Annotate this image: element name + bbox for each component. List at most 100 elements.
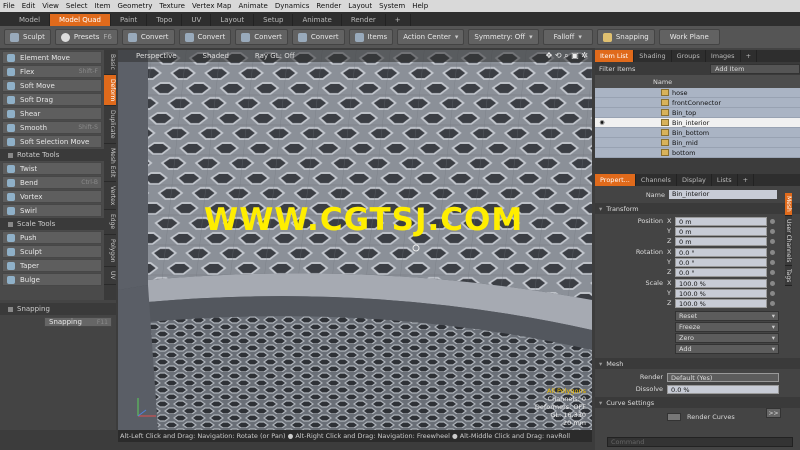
- add-item-dropdown[interactable]: Add Item: [710, 63, 800, 74]
- layout-tab-model-quad[interactable]: Model Quad: [50, 14, 111, 26]
- move-view-icon[interactable]: ✥: [546, 51, 553, 60]
- work-plane-button[interactable]: Work Plane: [658, 29, 720, 45]
- rotation-y-field[interactable]: 0.0 °: [675, 257, 767, 267]
- menu-view[interactable]: View: [42, 2, 59, 10]
- convert-button-4[interactable]: Convert: [291, 29, 345, 45]
- more-button[interactable]: >>: [766, 408, 781, 418]
- item-tab-groups[interactable]: Groups: [672, 50, 706, 62]
- prop-tab-lists[interactable]: Lists: [712, 174, 738, 186]
- tool-sculpt[interactable]: Sculpt: [2, 245, 102, 258]
- tool-tab-basic[interactable]: Basic: [104, 50, 116, 75]
- keyframe-dot-icon[interactable]: [770, 280, 775, 286]
- tool-taper[interactable]: Taper: [2, 259, 102, 272]
- tool-soft-selection-move[interactable]: Soft Selection Move: [2, 135, 102, 148]
- item-list-row[interactable]: Bin_bottom: [595, 128, 800, 138]
- menu-item[interactable]: Item: [95, 2, 111, 10]
- 3d-viewport[interactable]: Perspective Shaded Ray GL: Off ✥ ⟲ ⌕ ▣ ✲…: [118, 50, 592, 430]
- maximize-view-icon[interactable]: ▣: [571, 51, 579, 60]
- keyframe-dot-icon[interactable]: [770, 269, 775, 275]
- keyframe-dot-icon[interactable]: [770, 249, 775, 255]
- presets-button[interactable]: Presets F6: [54, 29, 118, 45]
- layout-tab-uv[interactable]: UV: [182, 14, 212, 26]
- keyframe-dot-icon[interactable]: [770, 218, 775, 224]
- tool-twist[interactable]: Twist: [2, 162, 102, 175]
- keyframe-dot-icon[interactable]: [770, 238, 775, 244]
- tool-tab-edge[interactable]: Edge: [104, 210, 116, 235]
- rotation-z-field[interactable]: 0.0 °: [675, 267, 767, 277]
- tool-tab-uv[interactable]: UV: [104, 267, 116, 285]
- tool-smooth[interactable]: Smooth Shift-S: [2, 121, 102, 134]
- side-tab-user-channels[interactable]: User Channels: [785, 215, 792, 267]
- prop-tab-channels[interactable]: Channels: [636, 174, 677, 186]
- prop-tab-propert[interactable]: Propert...: [595, 174, 636, 186]
- scale-tools-group[interactable]: Scale Tools: [0, 218, 104, 230]
- prop-tab-display[interactable]: Display: [677, 174, 712, 186]
- item-list-row[interactable]: ◉ Bin_interior: [595, 118, 800, 128]
- keyframe-dot-icon[interactable]: [770, 259, 775, 265]
- name-column-header[interactable]: Name: [653, 78, 672, 86]
- position-z-field[interactable]: 0 m: [675, 236, 767, 246]
- menu-layout[interactable]: Layout: [348, 2, 372, 10]
- layout-tab-add[interactable]: +: [386, 14, 411, 26]
- convert-button-2[interactable]: Convert: [178, 29, 232, 45]
- rotation-x-field[interactable]: 0.0 °: [675, 247, 767, 257]
- snapping-tool-button[interactable]: Snapping F11: [44, 317, 112, 327]
- prop-tab-add[interactable]: +: [738, 174, 755, 186]
- snapping-button[interactable]: Snapping: [596, 29, 655, 45]
- layout-tab-setup[interactable]: Setup: [254, 14, 294, 26]
- snapping-group[interactable]: Snapping: [0, 303, 116, 315]
- visibility-icon[interactable]: ◉: [595, 119, 609, 126]
- view-type-dropdown[interactable]: Perspective: [136, 52, 177, 60]
- tool-vortex[interactable]: Vortex: [2, 190, 102, 203]
- tool-bulge[interactable]: Bulge: [2, 273, 102, 286]
- tool-soft-move[interactable]: Soft Move: [2, 79, 102, 92]
- item-list-row[interactable]: bottom: [595, 148, 800, 158]
- tool-tab-vertex[interactable]: Vertex: [104, 182, 116, 211]
- tool-tab-duplicate[interactable]: Duplicate: [104, 106, 116, 144]
- side-tab-tags[interactable]: Tags: [785, 266, 792, 287]
- action-center-dropdown[interactable]: Action Center: [397, 29, 465, 45]
- tool-soft-drag[interactable]: Soft Drag: [2, 93, 102, 106]
- item-list-row[interactable]: Bin_top: [595, 108, 800, 118]
- layout-tab-model[interactable]: Model: [10, 14, 51, 26]
- keyframe-dot-icon[interactable]: [770, 290, 775, 296]
- menu-animate[interactable]: Animate: [238, 2, 267, 10]
- tool-shear[interactable]: Shear: [2, 107, 102, 120]
- shading-dropdown[interactable]: Shaded: [203, 52, 229, 60]
- item-tab-shading[interactable]: Shading: [634, 50, 672, 62]
- layout-tab-layout[interactable]: Layout: [211, 14, 255, 26]
- item-list-row[interactable]: frontConnector: [595, 98, 800, 108]
- convert-button-3[interactable]: Convert: [235, 29, 288, 45]
- layout-tab-paint[interactable]: Paint: [111, 14, 148, 26]
- layout-tab-topo[interactable]: Topo: [147, 14, 183, 26]
- menu-vertex-map[interactable]: Vertex Map: [192, 2, 232, 10]
- view-settings-icon[interactable]: ✲: [581, 51, 588, 60]
- scale-x-field[interactable]: 100.0 %: [675, 278, 767, 288]
- add-button[interactable]: Add: [675, 344, 779, 354]
- keyframe-dot-icon[interactable]: [770, 228, 775, 234]
- items-button[interactable]: Items: [348, 29, 394, 45]
- tool-flex[interactable]: Flex Shift-F: [2, 65, 102, 78]
- freeze-button[interactable]: Freeze: [675, 322, 779, 332]
- render-dropdown[interactable]: Default (Yes): [667, 372, 779, 382]
- tool-tab-deform[interactable]: Deform: [104, 74, 116, 107]
- dissolve-field[interactable]: 0.0 %: [667, 384, 779, 394]
- reset-button[interactable]: Reset: [675, 311, 779, 321]
- tool-bend[interactable]: Bend Ctrl-B: [2, 176, 102, 189]
- tool-push[interactable]: Push: [2, 231, 102, 244]
- rotate-tools-group[interactable]: Rotate Tools: [0, 149, 104, 161]
- menu-help[interactable]: Help: [412, 2, 428, 10]
- item-tab-item-list[interactable]: Item List: [595, 50, 635, 62]
- transform-section[interactable]: Transform: [595, 203, 800, 214]
- rotate-view-icon[interactable]: ⟲: [555, 51, 562, 60]
- item-tab-add[interactable]: +: [741, 50, 758, 62]
- item-list-row[interactable]: hose: [595, 88, 800, 98]
- tool-element-move[interactable]: Element Move: [2, 51, 102, 64]
- position-x-field[interactable]: 0 m: [675, 216, 767, 226]
- filter-items-dropdown[interactable]: Filter Items: [599, 65, 635, 73]
- position-y-field[interactable]: 0 m: [675, 226, 767, 236]
- symmetry-dropdown[interactable]: Symmetry: Off: [468, 29, 539, 45]
- zoom-view-icon[interactable]: ⌕: [564, 51, 568, 60]
- item-name-field[interactable]: Bin_interior: [669, 190, 777, 199]
- menu-select[interactable]: Select: [66, 2, 88, 10]
